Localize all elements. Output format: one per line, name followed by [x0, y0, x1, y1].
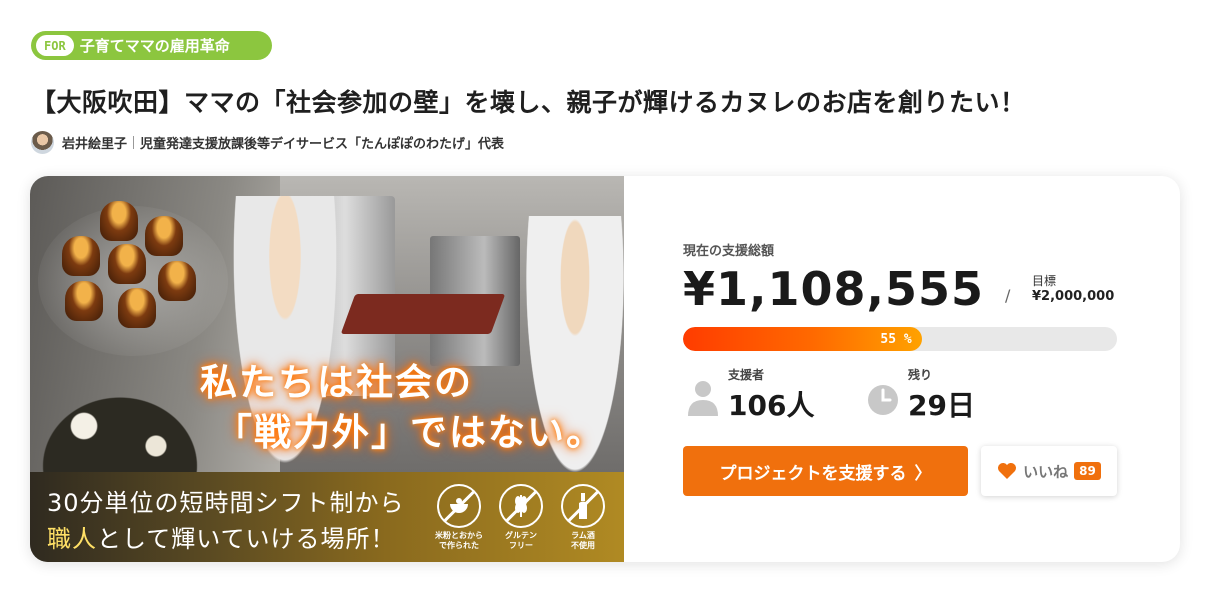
canele-image — [108, 244, 146, 284]
banner-text-2-rest: として輝いていける場所！ — [97, 525, 396, 553]
badge-label-2: 不使用 — [571, 541, 595, 550]
heart-icon — [998, 463, 1017, 479]
person-icon — [688, 381, 718, 416]
goal-separator: / — [1005, 286, 1011, 305]
remaining-days: 29日 — [908, 389, 975, 422]
flowers-image — [30, 386, 210, 486]
canele-image — [158, 261, 196, 301]
banner-text-1: 30分単位の短時間シフト制から — [47, 489, 405, 517]
canele-image — [145, 216, 183, 256]
category-tag[interactable]: FOR 子育てママの雇用革命 — [31, 31, 272, 60]
like-label: いいね — [1023, 462, 1069, 481]
progress-bar: 55 % — [683, 327, 1117, 351]
badge-label-1: グルテン — [505, 531, 537, 540]
support-project-button[interactable]: プロジェクトを支援する 〉 — [683, 446, 968, 496]
baking-tray-image — [340, 294, 506, 334]
progress-percent: 55 % — [880, 331, 912, 347]
goal-amount: ¥2,000,000 — [1032, 289, 1115, 304]
project-owner[interactable]: 岩井絵里子 児童発達支援放課後等デイサービス「たんぽぽのわたげ」代表 — [31, 131, 504, 154]
supporters-stat: 支援者 106人 — [687, 366, 814, 424]
progress-fill: 55 % — [683, 327, 922, 351]
support-button-label: プロジェクトを支援する — [719, 463, 907, 484]
banner-highlight: 職人 — [47, 525, 97, 553]
raised-label: 現在の支援総額 — [683, 244, 775, 259]
hero-headline-1: 私たちは社会の — [200, 361, 473, 404]
bottle-icon — [561, 484, 605, 528]
canele-image — [62, 236, 100, 276]
project-title: 【大阪吹田】ママの「社会参加の壁」を壊し、親子が輝けるカヌレのお店を創りたい！ — [31, 88, 1026, 117]
avatar — [31, 131, 54, 154]
wheat-icon — [499, 484, 543, 528]
badge-label-1: 米粉とおから — [435, 531, 483, 540]
canele-image — [100, 201, 138, 241]
product-badges: 米粉とおから で作られた グルテン フリー ラム酒 不使用 — [435, 484, 607, 551]
tag-label: 子育てママの雇用革命 — [79, 37, 230, 55]
supporters-count: 106人 — [728, 389, 815, 422]
owner-role: 児童発達支援放課後等デイサービス「たんぽぽのわたげ」代表 — [140, 137, 505, 152]
chevron-right-icon: 〉 — [914, 463, 932, 484]
supporters-label: 支援者 — [728, 368, 765, 382]
like-count-badge: 89 — [1074, 462, 1101, 480]
badge-label-2: で作られた — [439, 541, 479, 550]
badge-label-1: ラム酒 — [571, 531, 595, 540]
canele-image — [65, 281, 103, 321]
hero-banner: 30分単位の短時間シフト制から 職人として輝いていける場所！ 米粉とおから で作ら… — [30, 472, 624, 562]
raised-amount: ¥1,108,555 — [683, 262, 985, 316]
banner-text-2: 職人として輝いていける場所！ — [47, 519, 396, 554]
goal-label: 目標 — [1032, 274, 1057, 288]
badge-label-2: フリー — [509, 541, 533, 550]
divider — [133, 136, 135, 149]
remaining-label: 残り — [908, 368, 933, 382]
badge-gluten-free: グルテン フリー — [497, 484, 545, 551]
funding-panel: 現在の支援総額 ¥1,108,555 / 目標 ¥2,000,000 55 % … — [683, 176, 1143, 562]
project-card: 私たちは社会の 「戦力外」ではない。 30分単位の短時間シフト制から 職人として… — [30, 176, 1180, 562]
rice-bowl-icon — [437, 484, 481, 528]
hero-image: 私たちは社会の 「戦力外」ではない。 30分単位の短時間シフト制から 職人として… — [30, 176, 624, 562]
remaining-stat: 残り 29日 — [867, 366, 975, 424]
badge-rice-flour: 米粉とおから で作られた — [435, 484, 483, 551]
like-button[interactable]: いいね 89 — [981, 446, 1117, 496]
badge-no-rum: ラム酒 不使用 — [559, 484, 607, 551]
tag-prefix: FOR — [36, 35, 74, 56]
clock-icon — [868, 385, 898, 415]
canele-image — [118, 288, 156, 328]
owner-name[interactable]: 岩井絵里子 — [62, 133, 127, 152]
hero-headline-2: 「戦力外」ではない。 — [215, 411, 605, 454]
